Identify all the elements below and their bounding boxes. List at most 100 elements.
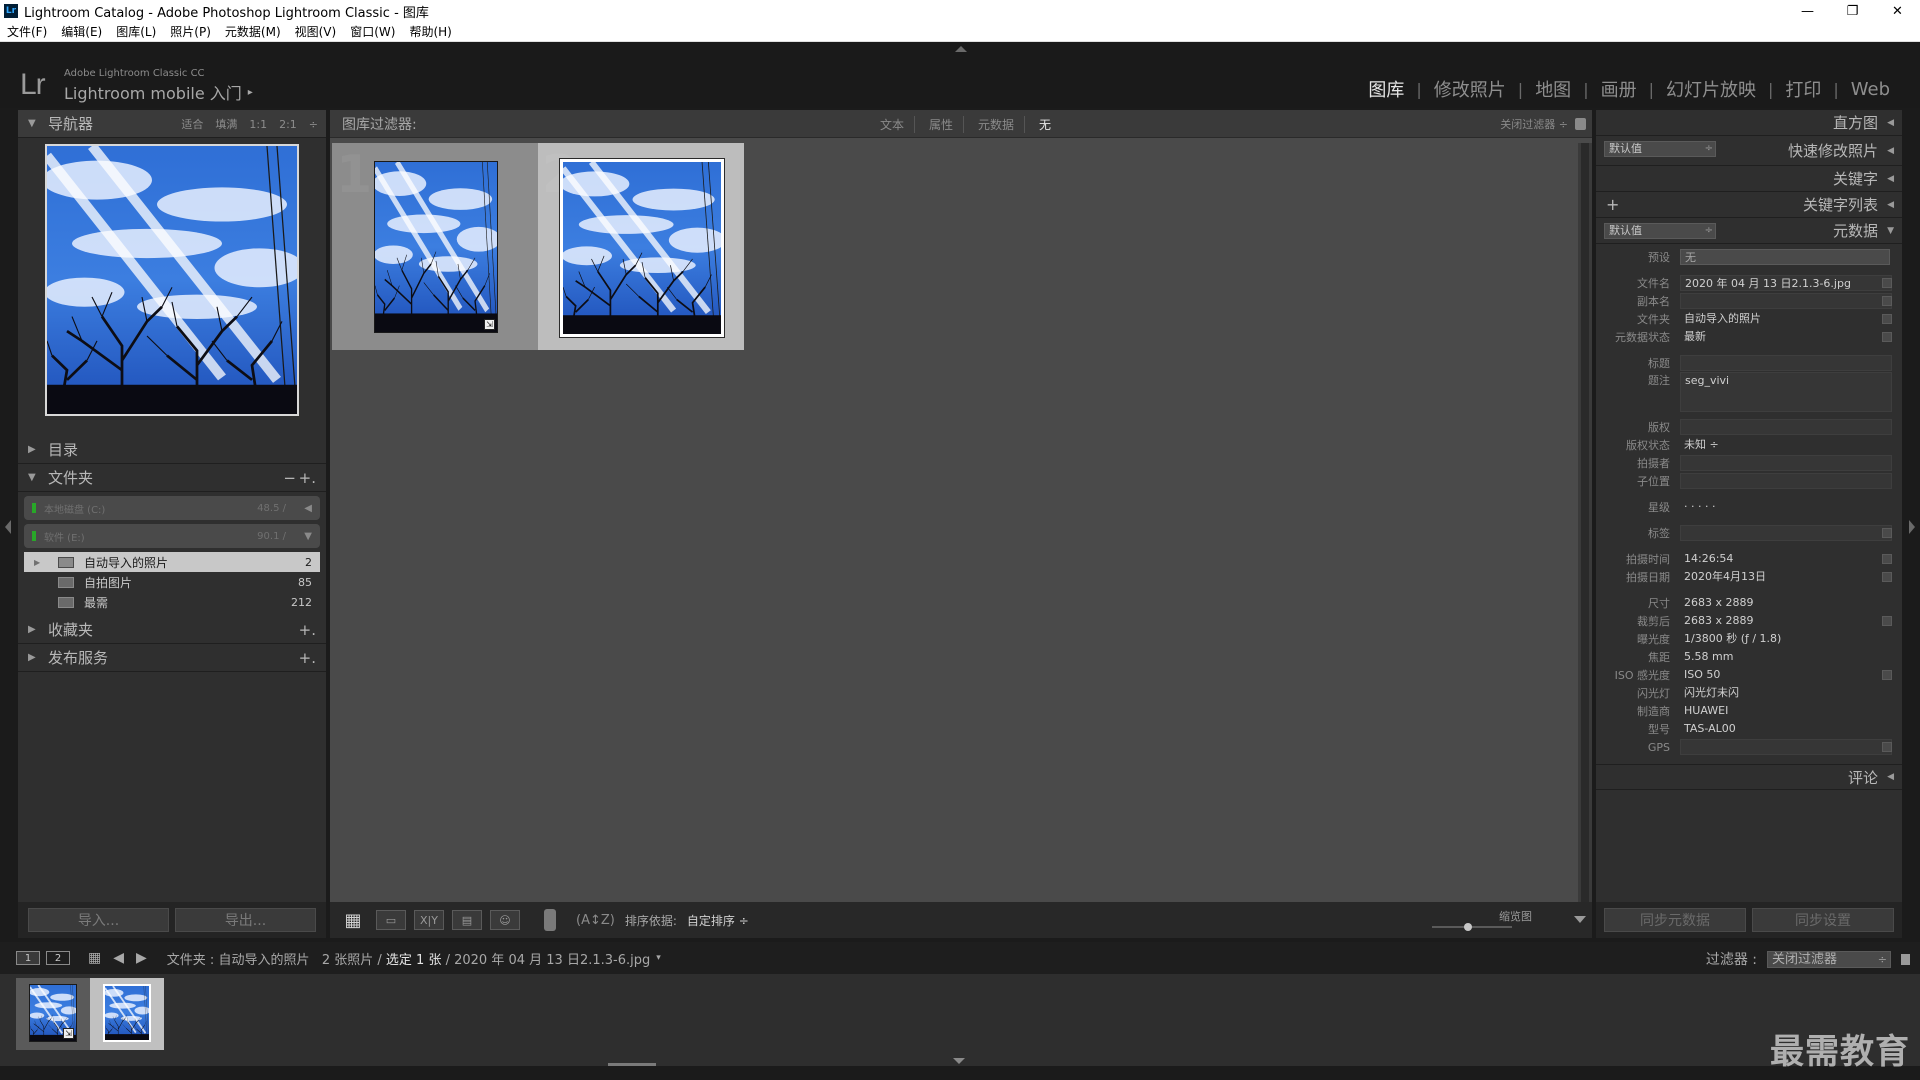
module-web[interactable]: Web xyxy=(1839,79,1902,100)
keywording-header[interactable]: 关键字 ◀ xyxy=(1596,166,1902,192)
keyword-list-header[interactable]: + 关键字列表 ◀ xyxy=(1596,192,1902,218)
maximize-button[interactable]: ❐ xyxy=(1830,0,1875,22)
quick-develop-header[interactable]: 默认值 快速修改照片 ◀ xyxy=(1596,136,1902,166)
import-button[interactable]: 导入... xyxy=(28,908,169,932)
folders-header[interactable]: ▼ 文件夹 − +. xyxy=(18,464,326,492)
menu-help[interactable]: 帮助(H) xyxy=(402,23,458,40)
loupe-view-icon[interactable]: ▭ xyxy=(376,910,406,930)
menu-file[interactable]: 文件(F) xyxy=(0,23,54,40)
rating-stars[interactable]: · · · · · xyxy=(1680,499,1902,515)
navigator-header[interactable]: ▼ 导航器 适合 填满 1:1 2:1 ÷ xyxy=(18,110,326,138)
menu-view[interactable]: 视图(V) xyxy=(288,23,344,40)
lock-icon[interactable] xyxy=(1575,118,1586,130)
filmstrip-scrollbar[interactable] xyxy=(608,1063,656,1066)
filename-field[interactable]: 2020 年 04 月 13 日2.1.3-6.jpg xyxy=(1680,275,1892,291)
catalog-header[interactable]: ▶ 目录 xyxy=(18,436,326,464)
zoom-2-1[interactable]: 2:1 xyxy=(279,118,297,131)
grid-view-icon[interactable]: ▦ xyxy=(338,910,368,931)
field-action-icon[interactable] xyxy=(1882,332,1892,342)
minimize-button[interactable]: — xyxy=(1785,0,1830,22)
painter-spray-icon[interactable] xyxy=(544,909,556,931)
left-panel-toggle-icon[interactable] xyxy=(5,520,11,534)
back-arrow-icon[interactable]: ◀ xyxy=(113,950,124,966)
add-publish-service-icon[interactable]: +. xyxy=(299,649,316,667)
add-keyword-icon[interactable]: + xyxy=(1606,195,1619,214)
module-develop[interactable]: 修改照片 xyxy=(1422,76,1518,102)
sync-settings-button[interactable]: 同步设置 xyxy=(1752,908,1894,932)
publish-services-header[interactable]: ▶ 发布服务 +. xyxy=(18,644,326,672)
folder-expand-icon[interactable]: ▶ xyxy=(34,558,52,567)
add-collection-icon[interactable]: +. xyxy=(299,621,316,639)
edited-badge-icon[interactable]: ⇲ xyxy=(484,319,495,330)
menu-window[interactable]: 窗口(W) xyxy=(343,23,402,40)
filter-tab-metadata[interactable]: 元数据 xyxy=(968,115,1026,133)
menu-edit[interactable]: 编辑(E) xyxy=(54,23,109,40)
copyright-field[interactable] xyxy=(1680,419,1892,435)
thumbnail-size-slider[interactable] xyxy=(1432,923,1512,931)
grid-cell-selected[interactable]: 2 xyxy=(538,143,744,350)
sort-direction-icon[interactable]: (A↕Z) xyxy=(576,913,615,928)
compare-view-icon[interactable]: X|Y xyxy=(414,910,444,930)
field-action-icon[interactable] xyxy=(1882,554,1892,564)
module-book[interactable]: 画册 xyxy=(1589,76,1649,102)
metadata-preset-dropdown[interactable]: 无 xyxy=(1680,249,1890,265)
filmstrip-thumbnail-selected[interactable] xyxy=(90,978,164,1050)
zoom-fit[interactable]: 适合 xyxy=(181,116,203,132)
remove-folder-icon[interactable]: − xyxy=(283,469,296,487)
secondary-monitor-button[interactable]: 2 xyxy=(46,951,70,965)
toolbar-menu-icon[interactable] xyxy=(1574,916,1586,923)
field-action-icon[interactable] xyxy=(1882,670,1892,680)
menu-photo[interactable]: 照片(P) xyxy=(163,23,218,40)
metadata-header[interactable]: 默认值 元数据 ▼ xyxy=(1596,218,1902,244)
photo-thumbnail[interactable] xyxy=(559,158,725,338)
grid-scrollbar[interactable] xyxy=(1578,143,1592,903)
module-map[interactable]: 地图 xyxy=(1523,76,1583,102)
navigator-preview[interactable] xyxy=(45,144,299,416)
collections-header[interactable]: ▶ 收藏夹 +. xyxy=(18,616,326,644)
sublocation-field[interactable] xyxy=(1680,473,1892,489)
zoom-1-1[interactable]: 1:1 xyxy=(249,118,267,131)
field-action-icon[interactable] xyxy=(1882,314,1892,324)
volume-toggle-icon[interactable]: ▼ xyxy=(304,531,312,542)
copyright-status-select[interactable]: 未知 ÷ xyxy=(1680,437,1902,453)
folder-item[interactable]: 自拍图片 85 xyxy=(24,572,320,592)
top-panel-toggle-icon[interactable] xyxy=(955,46,967,52)
lightroom-mobile-link[interactable]: Lightroom mobile 入门 ▸ xyxy=(64,80,253,104)
module-print[interactable]: 打印 xyxy=(1773,76,1833,102)
filter-select[interactable]: 关闭过滤器 ÷ xyxy=(1767,950,1891,968)
zoom-menu-icon[interactable]: ÷ xyxy=(309,118,318,131)
close-button[interactable]: ✕ xyxy=(1875,0,1920,22)
filmstrip-thumbnail[interactable]: ⇲ xyxy=(16,978,90,1050)
grid-icon[interactable]: ▦ xyxy=(88,950,101,966)
people-view-icon[interactable]: ☺ xyxy=(490,910,520,930)
field-action-icon[interactable] xyxy=(1882,296,1892,306)
folder-item[interactable]: 最需 212 xyxy=(24,592,320,612)
field-action-icon[interactable] xyxy=(1882,572,1892,582)
grid-cell[interactable]: 1 ⇲ xyxy=(332,143,538,350)
zoom-fill[interactable]: 填满 xyxy=(215,116,237,132)
quick-develop-preset-select[interactable]: 默认值 xyxy=(1604,141,1716,157)
volume-toggle-icon[interactable]: ◀ xyxy=(304,503,312,514)
sync-metadata-button[interactable]: 同步元数据 xyxy=(1604,908,1746,932)
filter-lock-icon[interactable] xyxy=(1901,953,1910,965)
folder-item[interactable]: ▶ 自动导入的照片 2 xyxy=(24,552,320,572)
sort-select[interactable]: 自定排序 ÷ xyxy=(687,912,749,929)
add-folder-icon[interactable]: +. xyxy=(299,469,316,487)
filter-tab-text[interactable]: 文本 xyxy=(870,115,916,133)
bottom-panel-toggle-icon[interactable] xyxy=(953,1058,965,1064)
volume-e[interactable]: 软件 (E:) 90.1 / ▼ xyxy=(24,524,320,548)
filter-preset-select[interactable]: 关闭过滤器 ÷ xyxy=(1500,110,1568,138)
label-field[interactable] xyxy=(1680,525,1892,541)
menu-library[interactable]: 图库(L) xyxy=(109,23,163,40)
forward-arrow-icon[interactable]: ▶ xyxy=(136,950,147,966)
right-panel-toggle-icon[interactable] xyxy=(1909,520,1915,534)
gps-field[interactable] xyxy=(1680,739,1892,755)
metadata-preset-select[interactable]: 默认值 xyxy=(1604,223,1716,239)
source-dropdown-icon[interactable]: ▾ xyxy=(656,953,661,963)
caption-field[interactable]: seg_vivi xyxy=(1680,372,1892,412)
volume-c[interactable]: 本地磁盘 (C:) 48.5 / ◀ xyxy=(24,496,320,520)
module-library[interactable]: 图库 xyxy=(1356,76,1416,102)
slider-knob[interactable] xyxy=(1464,923,1473,931)
primary-monitor-button[interactable]: 1 xyxy=(16,951,40,965)
export-button[interactable]: 导出... xyxy=(175,908,316,932)
